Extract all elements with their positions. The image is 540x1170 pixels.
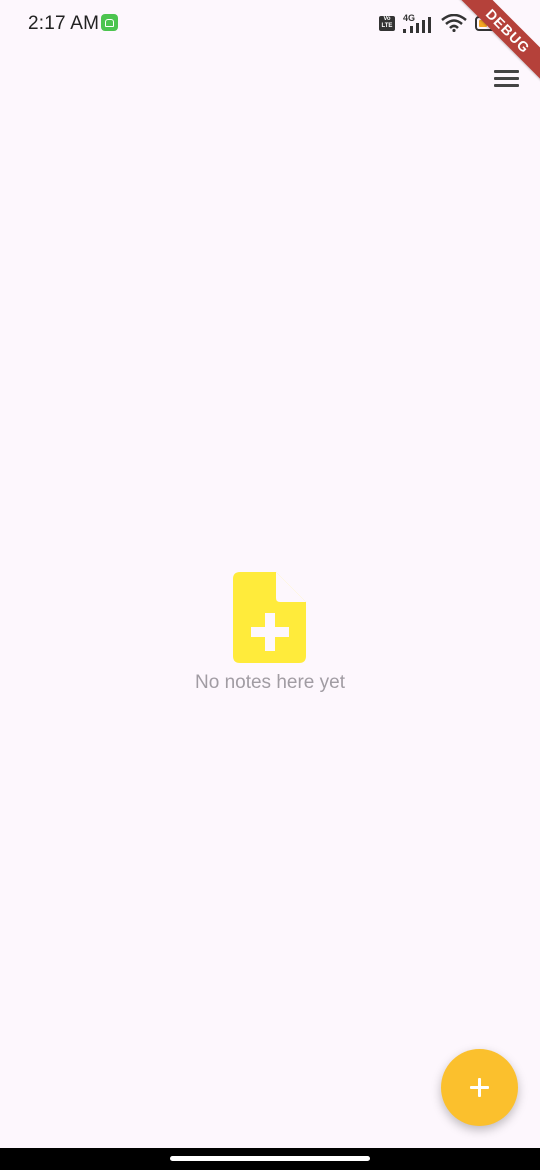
- volte-icon: Vo LTE: [379, 16, 395, 31]
- status-bar: 2:17 AM Vo LTE 4G: [0, 0, 540, 48]
- menu-icon-bar: [494, 70, 519, 73]
- home-gesture-handle[interactable]: [170, 1156, 370, 1161]
- system-navigation-bar: [0, 1148, 540, 1170]
- menu-icon-bar: [494, 77, 519, 80]
- status-time: 2:17 AM: [28, 13, 100, 34]
- android-notification-icon: [101, 14, 118, 31]
- empty-state-message: No notes here yet: [195, 672, 345, 693]
- note-add-icon: [233, 572, 306, 663]
- menu-button[interactable]: [484, 56, 528, 100]
- empty-state: No notes here yet: [0, 568, 540, 694]
- wifi-icon: [441, 14, 467, 32]
- add-note-button[interactable]: [441, 1049, 518, 1126]
- menu-icon-bar: [494, 84, 519, 87]
- signal-strength-icon: [403, 17, 431, 33]
